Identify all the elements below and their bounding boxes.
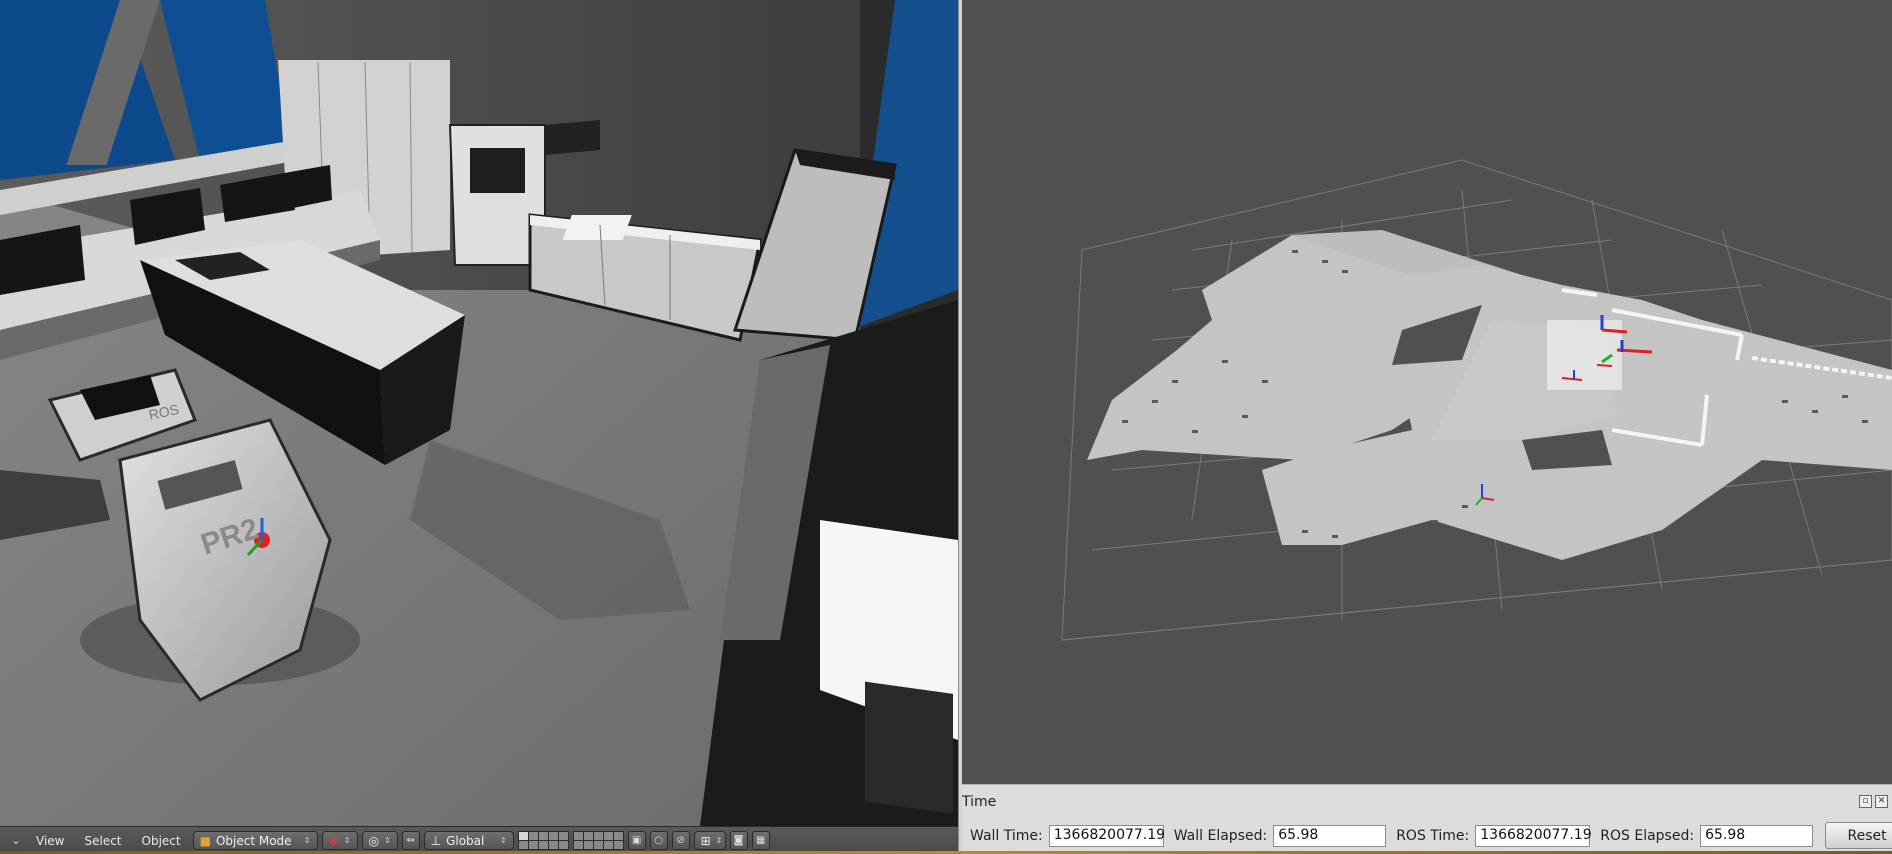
updown-arrow-icon: ⇕ bbox=[384, 836, 391, 845]
rviz-3d-view[interactable] bbox=[962, 0, 1892, 784]
render-icon[interactable]: ◙ bbox=[729, 831, 748, 850]
shading-icon: ⊗ bbox=[328, 833, 339, 848]
3d-viewport[interactable]: PR2 ROS bbox=[0, 0, 958, 826]
blender-window: PR2 ROS ⌄ View Select Object ■ Object Mo… bbox=[0, 0, 958, 854]
orientation-dropdown[interactable]: ⊥ Global ⇕ bbox=[423, 831, 514, 850]
menu-select[interactable]: Select bbox=[76, 832, 129, 850]
3d-view-header: ⌄ View Select Object ■ Object Mode ⇕ ⊗ ⇕… bbox=[0, 826, 958, 854]
oven-window bbox=[470, 148, 525, 193]
pivot-icon: ◎ bbox=[368, 833, 380, 848]
updown-arrow-icon: ⇕ bbox=[499, 836, 507, 845]
mode-dropdown[interactable]: ■ Object Mode ⇕ bbox=[192, 831, 318, 850]
updown-arrow-icon: ⇕ bbox=[303, 836, 311, 845]
keyboard bbox=[865, 681, 953, 814]
manipulator-toggle-icon[interactable]: ⇔ bbox=[401, 831, 420, 850]
cube-icon: ■ bbox=[199, 833, 211, 848]
ros-time-field[interactable]: 1366820077.19 bbox=[1475, 824, 1592, 847]
snap-toggle-icon[interactable]: ⊘ bbox=[671, 831, 690, 850]
lock-layers-icon[interactable]: ▣ bbox=[627, 831, 646, 850]
close-panel-icon[interactable]: ✕ bbox=[1875, 795, 1888, 808]
wall-time-field[interactable]: 1366820077.19 bbox=[1048, 824, 1165, 847]
axis-icon: ⊥ bbox=[430, 833, 442, 848]
float-panel-icon[interactable]: ▫ bbox=[1859, 795, 1872, 808]
render-animation-icon[interactable]: ▦ bbox=[751, 831, 770, 850]
ros-elapsed-label: ROS Elapsed: bbox=[1600, 827, 1695, 844]
wall-elapsed-label: Wall Elapsed: bbox=[1173, 827, 1268, 844]
ros-elapsed-field[interactable]: 65.98 bbox=[1700, 824, 1814, 847]
ros-time-label: ROS Time: bbox=[1396, 827, 1470, 844]
wall-time-label: Wall Time: bbox=[970, 827, 1043, 844]
wall-elapsed-field[interactable]: 65.98 bbox=[1273, 824, 1387, 847]
menu-object[interactable]: Object bbox=[134, 832, 189, 850]
updown-arrow-icon: ⇕ bbox=[715, 836, 723, 845]
menu-view[interactable]: View bbox=[28, 832, 72, 850]
rviz-window: Time ▫ ✕ Wall Time: 1366820077.19 Wall E… bbox=[962, 0, 1892, 854]
viewport-shading-dropdown[interactable]: ⊗ ⇕ bbox=[321, 831, 358, 850]
layer-buttons[interactable] bbox=[517, 831, 569, 850]
snap-grid-icon: ⊞ bbox=[700, 833, 711, 848]
pivot-dropdown[interactable]: ◎ ⇕ bbox=[361, 831, 398, 850]
snap-element-dropdown[interactable]: ⊞ ⇕ bbox=[693, 831, 726, 850]
editor-type-icon[interactable]: ⌄ bbox=[8, 833, 24, 849]
proportional-edit-icon[interactable]: ○ bbox=[649, 831, 668, 850]
time-panel-title: Time bbox=[962, 794, 997, 810]
time-panel: Time ▫ ✕ Wall Time: 1366820077.19 Wall E… bbox=[962, 784, 1892, 854]
updown-arrow-icon: ⇕ bbox=[343, 836, 351, 845]
layer-buttons-2[interactable] bbox=[572, 831, 624, 850]
reset-button[interactable]: Reset bbox=[1825, 822, 1892, 849]
